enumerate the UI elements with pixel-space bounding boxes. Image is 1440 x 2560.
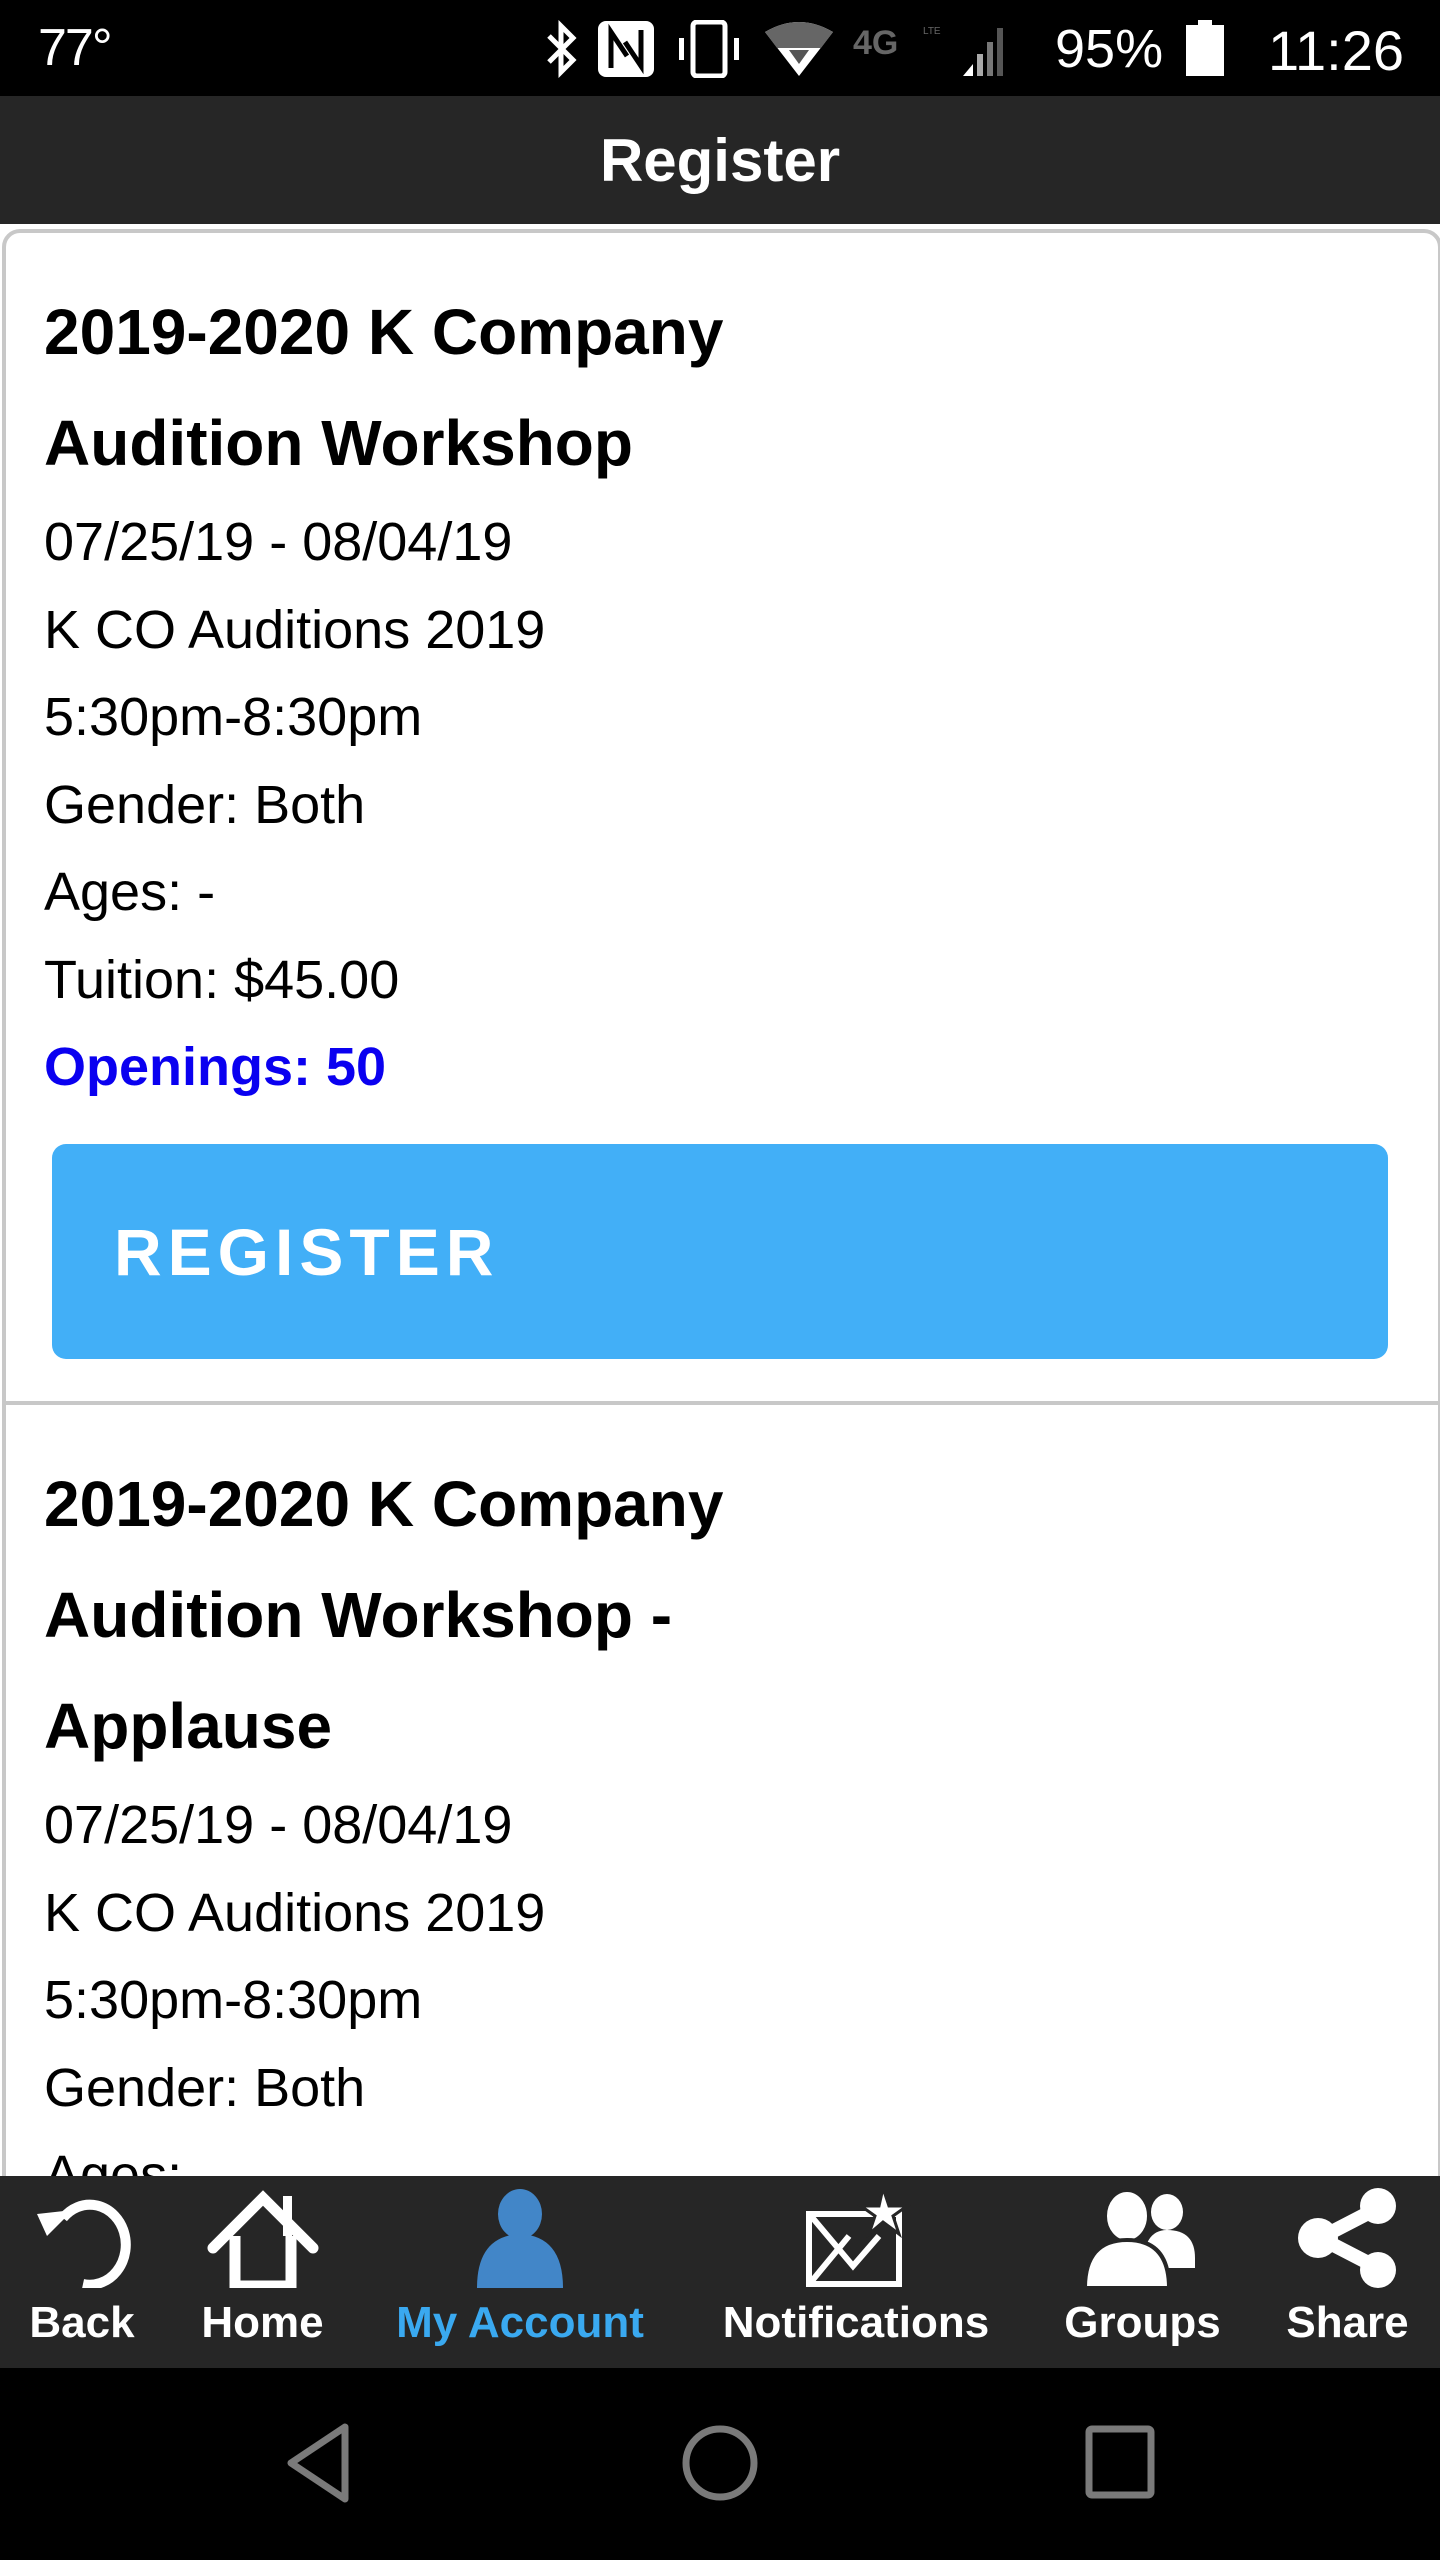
class-card: 2019-2020 K Company Audition Workshop 07… [2,229,1440,1405]
class-gender: Gender: Both [44,2057,366,2118]
class-title: 2019-2020 K Company Audition Workshop [44,277,1400,499]
class-title-line: Audition Workshop [44,407,633,479]
vibrate-icon [679,20,739,78]
nav-share-label: Share [1286,2298,1409,2347]
nav-back[interactable]: Back [22,2176,142,2368]
envelope-star-icon [806,2188,911,2287]
group-icon [1082,2188,1195,2288]
class-title-line: Applause [44,1690,333,1762]
nav-share[interactable]: Share [1275,2176,1420,2368]
person-icon [477,2189,563,2288]
register-button[interactable]: REGISTER [52,1144,1388,1359]
bottom-nav: Back Home My Account Notifications Group… [0,2176,1440,2368]
nav-home[interactable]: Home [190,2176,335,2368]
wifi-icon [765,22,833,76]
signal-icon [963,28,1003,76]
system-recents-icon[interactable] [1085,2423,1155,2503]
temperature: 77° [38,19,113,77]
class-ages: Ages: - [44,2145,216,2176]
system-nav-bar [0,2368,1440,2560]
system-back-icon[interactable] [285,2423,355,2503]
class-card: 2019-2020 K Company Audition Workshop - … [2,1401,1440,2176]
class-ages: Ages: - [44,862,216,922]
bluetooth-icon [547,20,577,78]
class-title-line: 2019-2020 K Company [44,296,724,368]
status-icons: 4G LTE [545,14,1009,84]
battery-percent: 95% [1055,19,1164,79]
battery-icon [1186,20,1224,76]
class-title-line: Audition Workshop - [44,1579,673,1651]
app-header: Register [0,96,1440,224]
class-title-line: 2019-2020 K Company [44,1468,724,1540]
home-icon [207,2190,318,2288]
share-icon [1297,2188,1396,2288]
nav-my-account[interactable]: My Account [385,2176,655,2368]
4g-lte-icon: 4G LTE [853,24,941,62]
back-arrow-icon [37,2199,131,2288]
nav-notifications-label: Notifications [722,2298,990,2347]
class-time: 5:30pm-8:30pm [44,687,423,747]
class-openings: Openings: 50 [44,1037,387,1097]
nav-my-account-label: My Account [396,2298,644,2347]
clock: 11:26 [1268,19,1404,82]
class-gender: Gender: Both [44,774,366,835]
page-title: Register [599,127,841,194]
nfc-icon [598,21,654,77]
nav-notifications[interactable]: Notifications [706,2176,1006,2368]
nav-groups[interactable]: Groups [1050,2176,1235,2368]
class-time: 5:30pm-8:30pm [44,1970,423,2030]
svg-text:4G: 4G [853,24,898,62]
status-bar: 77° 4G LTE 95% 11:26 [0,0,1440,96]
class-session: K CO Auditions 2019 [44,599,546,660]
svg-text:LTE: LTE [923,26,941,37]
class-dates: 07/25/19 - 08/04/19 [44,1795,513,1855]
nav-groups-label: Groups [1064,2298,1221,2347]
nav-back-label: Back [29,2298,135,2347]
class-tuition: Tuition: $45.00 [44,949,400,1010]
system-home-icon[interactable] [680,2423,760,2503]
nav-home-label: Home [201,2298,324,2347]
class-list[interactable]: 2019-2020 K Company Audition Workshop 07… [0,224,1440,2176]
class-dates: 07/25/19 - 08/04/19 [44,512,513,572]
class-session: K CO Auditions 2019 [44,1882,546,1943]
class-title: 2019-2020 K Company Audition Workshop - … [44,1449,1400,1782]
